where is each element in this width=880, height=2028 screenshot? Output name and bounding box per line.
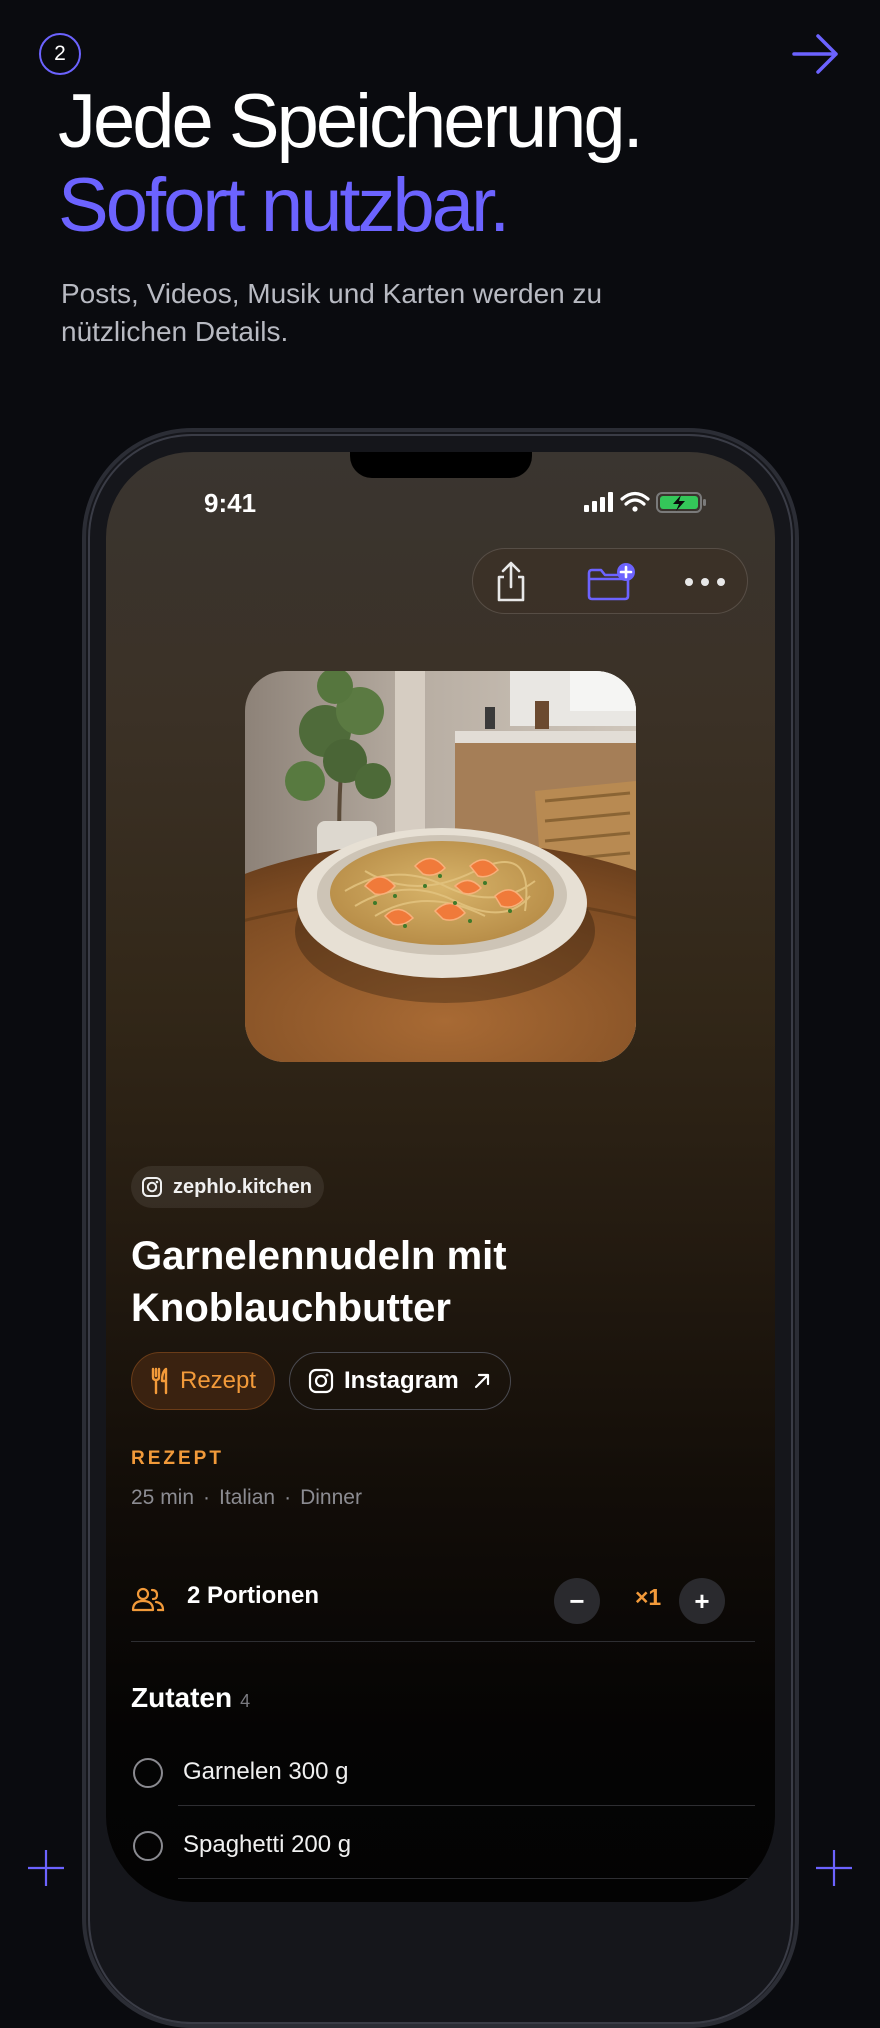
add-to-folder-button[interactable] bbox=[583, 559, 639, 605]
recipe-title: Garnelennudeln mit Knoblauchbutter bbox=[131, 1230, 731, 1334]
meta-meal: Dinner bbox=[300, 1486, 362, 1509]
recipe-image bbox=[245, 671, 636, 1062]
signal-icon bbox=[584, 492, 613, 512]
people-icon bbox=[131, 1587, 165, 1612]
ingredients-heading-label: Zutaten bbox=[131, 1682, 233, 1713]
ingredient-checkbox[interactable] bbox=[133, 1831, 163, 1861]
source-handle: zephlo.kitchen bbox=[173, 1175, 312, 1198]
instagram-link[interactable]: Instagram bbox=[289, 1352, 511, 1410]
ingredient-checkbox[interactable] bbox=[133, 1758, 163, 1788]
recipe-tag[interactable]: Rezept bbox=[131, 1352, 275, 1410]
battery-icon bbox=[656, 492, 706, 513]
ingredients-count: 4 bbox=[240, 1691, 251, 1711]
headline-line-1: Jede Speicherung. bbox=[58, 79, 644, 164]
arrow-right-icon[interactable] bbox=[790, 30, 842, 78]
meta-time: 25 min bbox=[131, 1486, 195, 1509]
instagram-icon bbox=[308, 1368, 334, 1394]
section-label: REZEPT bbox=[131, 1448, 224, 1469]
headline: Jede Speicherung. Sofort nutzbar. bbox=[58, 79, 644, 248]
portions-label: 2 Portionen bbox=[187, 1582, 320, 1609]
folder-add-icon bbox=[587, 563, 635, 601]
phone-screen: 9:41 zephlo.kitchen Garnelennudeln mit K… bbox=[106, 452, 775, 1902]
recipe-title-line-1: Garnelennudeln mit bbox=[131, 1234, 507, 1278]
subtitle: Posts, Videos, Musik und Karten werden z… bbox=[61, 278, 603, 347]
share-button[interactable] bbox=[487, 559, 535, 605]
wifi-icon bbox=[620, 491, 650, 512]
recipe-tag-label: Rezept bbox=[180, 1367, 257, 1394]
portions-row: 2 Portionen − ×1 + bbox=[131, 1570, 755, 1630]
ingredient-label: Spaghetti 200 g bbox=[183, 1831, 352, 1858]
meta-separator: · bbox=[284, 1486, 292, 1509]
plus-icon bbox=[28, 1850, 64, 1886]
divider bbox=[131, 1641, 755, 1642]
plus-icon bbox=[816, 1850, 852, 1886]
action-toolbar bbox=[472, 548, 748, 614]
instagram-link-label: Instagram bbox=[344, 1367, 459, 1394]
recipe-photo bbox=[245, 671, 636, 1062]
fork-knife-icon bbox=[151, 1367, 168, 1395]
status-icons bbox=[584, 491, 706, 513]
meta-separator: · bbox=[203, 1486, 211, 1509]
meta-cuisine: Italian bbox=[219, 1486, 276, 1509]
divider bbox=[178, 1805, 755, 1806]
portion-multiplier: ×1 bbox=[635, 1584, 662, 1610]
step-number: 2 bbox=[54, 42, 66, 65]
step-indicator: 2 bbox=[39, 33, 81, 75]
more-button[interactable] bbox=[681, 559, 729, 605]
increase-portions-button[interactable]: + bbox=[679, 1578, 725, 1624]
decrease-portions-button[interactable]: − bbox=[554, 1578, 600, 1624]
arrow-up-right-icon bbox=[474, 1373, 489, 1389]
ingredients-heading: Zutaten 4 bbox=[131, 1682, 250, 1714]
headline-line-2: Sofort nutzbar. bbox=[58, 163, 510, 248]
status-time: 9:41 bbox=[204, 488, 257, 518]
more-icon bbox=[685, 578, 725, 586]
recipe-meta: 25 min · Italian · Dinner bbox=[131, 1486, 362, 1510]
source-chip[interactable]: zephlo.kitchen bbox=[131, 1166, 324, 1208]
recipe-title-line-2: Knoblauchbutter bbox=[131, 1286, 451, 1330]
share-icon bbox=[497, 561, 525, 602]
dynamic-island bbox=[350, 452, 532, 478]
instagram-icon bbox=[142, 1177, 162, 1197]
ingredient-label: Garnelen 300 g bbox=[183, 1758, 349, 1785]
divider bbox=[178, 1878, 755, 1879]
